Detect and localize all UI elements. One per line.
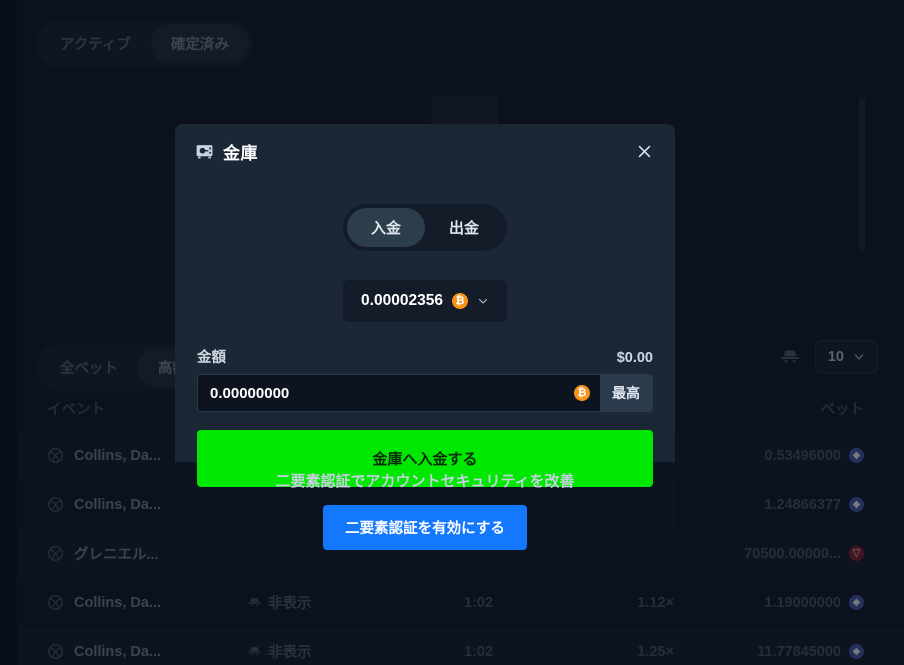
amount-label: 金額 (197, 350, 226, 366)
amount-input-wrap: ₿ (198, 375, 600, 411)
twofa-banner: 二要素認証でアカウントセキュリティを改善 二要素認証を有効にする (175, 470, 675, 550)
chevron-down-icon (478, 298, 487, 304)
currency-balance: 0.00002356 (361, 292, 443, 309)
amount-usd-value: $0.00 (616, 350, 653, 366)
twofa-message: 二要素認証でアカウントセキュリティを改善 (275, 473, 575, 490)
amount-input[interactable] (210, 384, 566, 402)
app-root: アクティブ 確定済み 全ベット 高額ベット 10 イベント ベット (0, 0, 904, 665)
bitcoin-coin-icon: ₿ (451, 293, 468, 309)
max-button[interactable]: 最高 (600, 375, 652, 411)
vault-modal: 金庫 入金 出金 0.00002356 ₿ 金額 $0.00 0.0000000… (175, 124, 675, 487)
close-button[interactable] (631, 138, 657, 164)
modal-header: 金庫 (175, 124, 675, 178)
amount-label-row: 金額 $0.00 (197, 346, 653, 367)
deposit-withdraw-tabs: 入金 出金 (342, 204, 508, 251)
modal-title: 金庫 (223, 143, 258, 163)
enable-twofa-button[interactable]: 二要素認証を有効にする (323, 505, 527, 550)
currency-select[interactable]: 0.00002356 ₿ (343, 280, 507, 322)
close-icon (638, 145, 650, 157)
currency-wrap: 0.00002356 ₿ (175, 280, 675, 322)
modal-tabs-wrap: 入金 出金 (175, 204, 675, 251)
amount-field-block: 金額 $0.00 ₿ 最高 (175, 346, 675, 412)
tab-deposit[interactable]: 入金 (346, 208, 425, 247)
safe-icon (196, 144, 213, 158)
tab-withdraw[interactable]: 出金 (425, 208, 503, 247)
amount-input-row: ₿ 最高 (197, 374, 653, 412)
bitcoin-coin-icon: ₿ (574, 385, 590, 401)
